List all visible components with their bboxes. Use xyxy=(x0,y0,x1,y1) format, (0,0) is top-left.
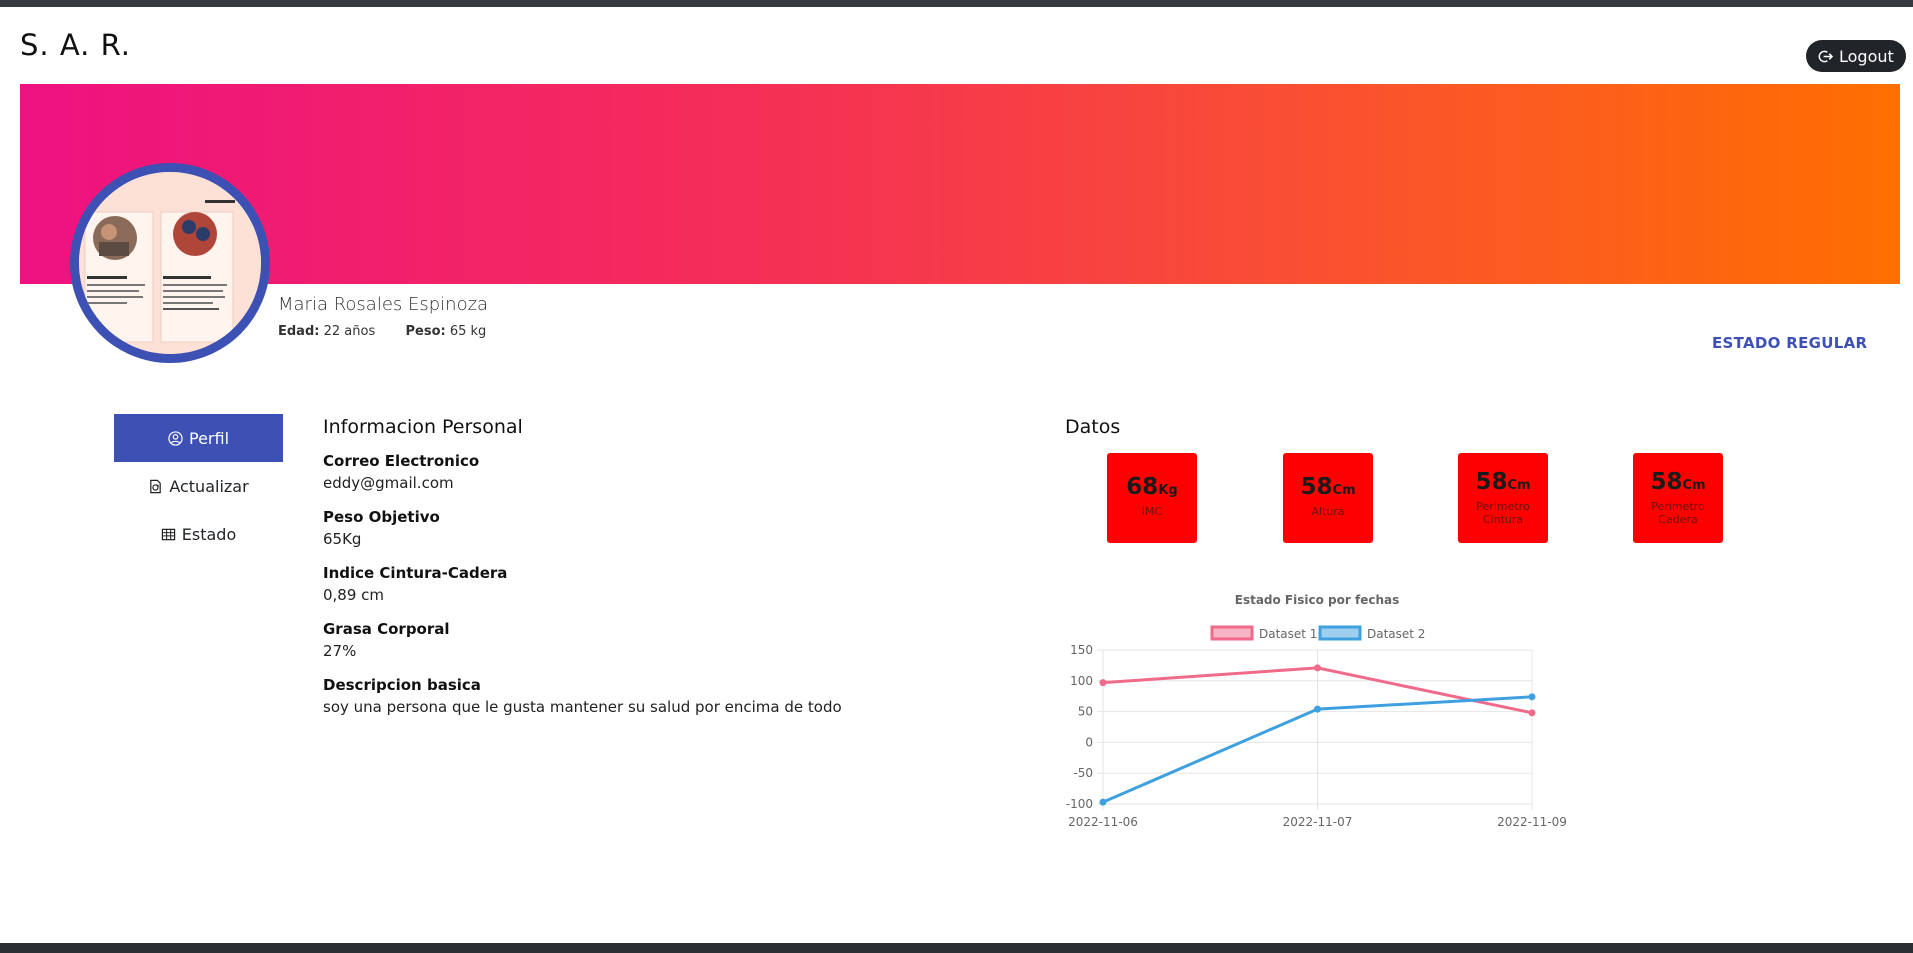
y-tick-label: -50 xyxy=(1073,766,1093,780)
avatar-image xyxy=(79,172,261,354)
y-tick-label: 50 xyxy=(1078,705,1093,719)
logout-button[interactable]: Logout xyxy=(1806,40,1906,72)
stat-unit: Cm xyxy=(1332,483,1356,498)
stat-label: Altura xyxy=(1311,505,1345,518)
description-value: soy una persona que le gusta mantener su… xyxy=(323,698,842,716)
profile-banner xyxy=(20,84,1900,284)
personal-info-title: Informacion Personal xyxy=(323,416,523,438)
window-top-bar xyxy=(0,0,1913,7)
data-point xyxy=(1314,664,1321,672)
datos-section: Datos xyxy=(1065,416,1120,438)
profile-meta: Edad: 22 años Peso: 65 kg xyxy=(278,324,486,339)
stat-unit: Kg xyxy=(1158,483,1178,498)
waist-hip-label: Indice Cintura-Cadera xyxy=(323,564,508,582)
avatar[interactable] xyxy=(70,163,270,363)
info-field: Peso Objetivo 65Kg xyxy=(323,506,983,550)
email-value: eddy@gmail.com xyxy=(323,474,454,492)
data-point xyxy=(1314,705,1321,713)
stat-card-altura: 58Cm Altura xyxy=(1283,453,1373,543)
x-tick-label: 2022-11-07 xyxy=(1283,815,1353,829)
data-point xyxy=(1528,693,1536,701)
x-tick-label: 2022-11-06 xyxy=(1068,815,1138,829)
data-point xyxy=(1099,798,1107,806)
info-field: Grasa Corporal 27% xyxy=(323,618,983,662)
nav-item-actualizar[interactable]: Actualizar xyxy=(114,462,283,510)
stat-label: Perimetro Cadera xyxy=(1651,500,1705,526)
chart-title: Estado Fisico por fechas xyxy=(1235,593,1399,607)
stat-unit: Cm xyxy=(1507,478,1531,493)
info-field: Correo Electronico eddy@gmail.com xyxy=(323,450,983,494)
stat-label: IMC xyxy=(1141,505,1163,518)
info-field: Indice Cintura-Cadera 0,89 cm xyxy=(323,562,983,606)
y-tick-label: 0 xyxy=(1085,735,1093,749)
legend-label: Dataset 2 xyxy=(1367,627,1425,641)
description-label: Descripcion basica xyxy=(323,676,481,694)
logout-icon xyxy=(1818,50,1833,62)
estado-fisico-chart: Estado Fisico por fechas Dataset 1 Dataset… xyxy=(1066,593,1567,829)
data-point xyxy=(1528,709,1536,717)
status-label: ESTADO REGULAR xyxy=(1712,334,1868,352)
legend-swatch xyxy=(1210,625,1254,641)
x-tick-label: 2022-11-09 xyxy=(1497,815,1567,829)
file-refresh-icon xyxy=(150,479,162,493)
weight-value: 65 kg xyxy=(449,324,487,339)
info-field: Descripcion basica soy una persona que l… xyxy=(323,674,983,718)
nav-label-perfil: Perfil xyxy=(188,428,230,448)
stat-unit: Cm xyxy=(1682,478,1706,493)
stat-value: 68 xyxy=(1126,474,1159,500)
age-label: Edad: xyxy=(278,324,320,339)
datos-title: Datos xyxy=(1065,416,1121,438)
stat-value: 58 xyxy=(1300,474,1333,500)
y-tick-label: 150 xyxy=(1070,643,1093,657)
user-circle-icon xyxy=(168,430,183,446)
stat-value: 58 xyxy=(1475,469,1508,495)
stat-card-cintura: 58Cm Perimetro Cintura xyxy=(1458,453,1548,543)
profile-nav: Perfil Actualizar Estado xyxy=(114,414,283,558)
logout-label: Logout xyxy=(1839,46,1894,66)
table-icon xyxy=(161,528,175,540)
nav-label-actualizar: Actualizar xyxy=(169,476,249,496)
y-tick-label: -100 xyxy=(1066,797,1093,811)
legend-label: Dataset 1 xyxy=(1259,627,1317,641)
body-fat-value: 27% xyxy=(323,642,357,660)
personal-info-section: Informacion Personal Correo Electronico … xyxy=(323,416,983,730)
target-weight-label: Peso Objetivo xyxy=(323,508,440,526)
waist-hip-value: 0,89 cm xyxy=(323,586,385,604)
nav-label-estado: Estado xyxy=(181,524,237,544)
stat-value: 58 xyxy=(1650,469,1683,495)
target-weight-value: 65Kg xyxy=(323,530,362,548)
nav-item-perfil[interactable]: Perfil xyxy=(114,414,283,462)
body-fat-label: Grasa Corporal xyxy=(323,620,450,638)
brand-title: S. A. R. xyxy=(20,28,131,62)
stat-card-cadera: 58Cm Perimetro Cadera xyxy=(1633,453,1723,543)
age-value: 22 años xyxy=(323,324,376,339)
weight-label: Peso: xyxy=(405,324,446,339)
data-point xyxy=(1099,679,1107,687)
nav-item-estado[interactable]: Estado xyxy=(114,510,283,558)
stat-card-imc: 68Kg IMC xyxy=(1107,453,1197,543)
y-tick-label: 100 xyxy=(1070,674,1093,688)
email-label: Correo Electronico xyxy=(323,452,480,470)
profile-name: Maria Rosales Espinoza xyxy=(278,294,489,315)
taskbar xyxy=(0,943,1913,953)
stat-label: Perimetro Cintura xyxy=(1476,500,1530,526)
legend-swatch xyxy=(1318,625,1362,641)
